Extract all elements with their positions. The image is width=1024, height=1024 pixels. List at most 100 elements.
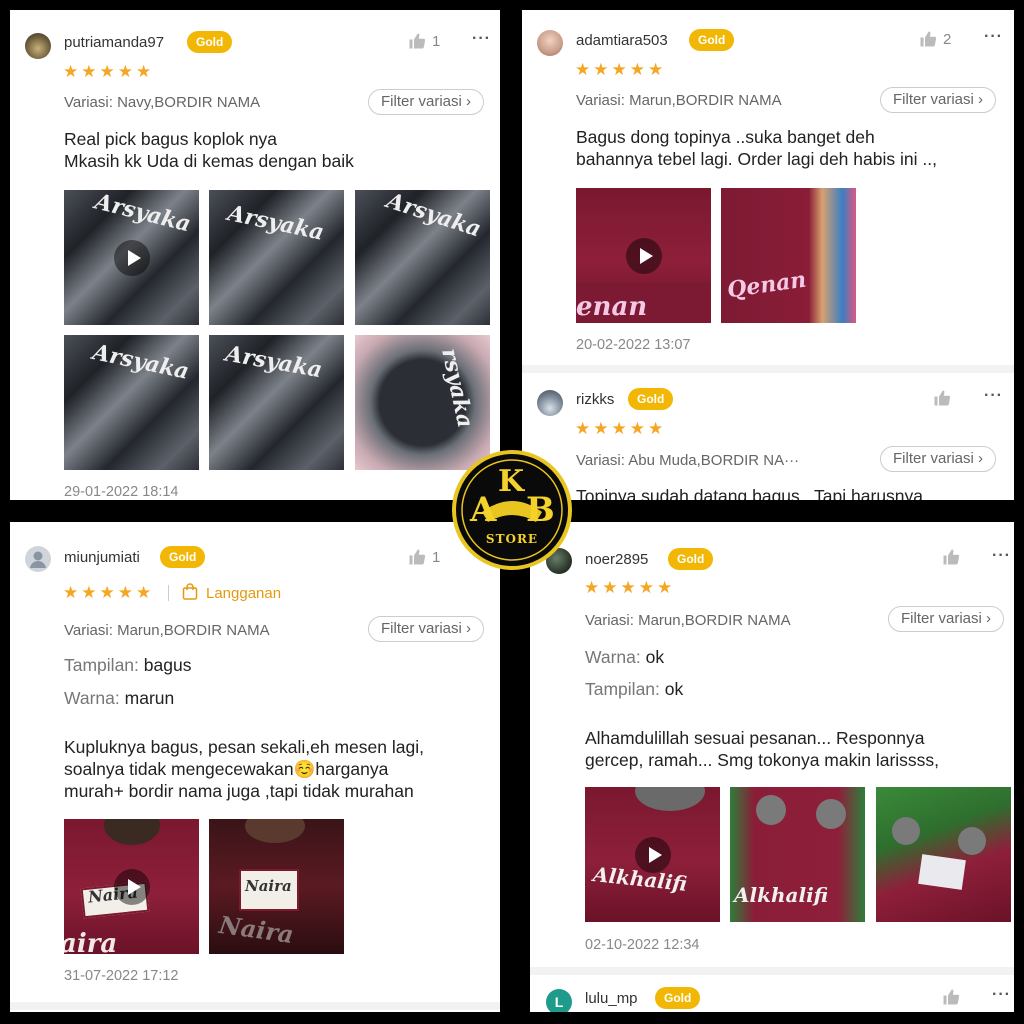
- star-icon: ★: [602, 578, 618, 597]
- review-photo[interactable]: Arsyaka: [64, 335, 199, 470]
- star-icon: ★: [584, 578, 600, 597]
- warna-row: Warna: marun: [64, 688, 174, 709]
- play-icon[interactable]: [625, 237, 662, 274]
- play-icon[interactable]: [113, 868, 150, 905]
- review-text: Topinya sudah datang bagus.. Tapi harusn…: [576, 486, 924, 500]
- review-date: 29-01-2022 18:14: [64, 484, 179, 500]
- like-button[interactable]: 1: [408, 32, 440, 50]
- star-icon: ★: [575, 60, 591, 79]
- user-avatar[interactable]: [25, 546, 51, 572]
- user-avatar[interactable]: [25, 33, 51, 59]
- tampilan-value: bagus: [143, 655, 192, 675]
- star-icon: ★: [629, 419, 645, 438]
- star-icon: ★: [63, 62, 79, 81]
- filter-label: Filter variasi: [381, 93, 462, 110]
- chevron-right-icon: ›: [986, 610, 992, 627]
- star-icon: ★: [81, 62, 97, 81]
- review-date: 31-07-2022 17:12: [64, 968, 179, 984]
- warna-key: Warna:: [585, 647, 641, 667]
- review-date: 02-10-2022 12:34: [585, 937, 700, 953]
- tampilan-key: Tampilan:: [64, 655, 139, 675]
- username[interactable]: putriamanda97: [64, 34, 164, 51]
- review-photo[interactable]: Alkhalifi: [730, 787, 865, 922]
- username[interactable]: noer2895: [585, 551, 648, 568]
- chevron-right-icon: ›: [978, 450, 984, 467]
- filter-variasi-button[interactable]: Filter variasi ›: [888, 606, 1005, 632]
- embroidery-text: Arsyaka: [383, 190, 485, 243]
- review-photo[interactable]: Naira Naira: [209, 819, 344, 954]
- username[interactable]: rizkks: [576, 391, 614, 408]
- filter-variasi-button[interactable]: Filter variasi ›: [368, 616, 485, 642]
- review-text: Kupluknya bagus, pesan sekali,eh mesen l…: [64, 737, 424, 801]
- warna-value: marun: [124, 688, 175, 708]
- review-panel-top-right: adamtiara503 Gold 2 ··· ★ ★ ★ ★ ★ Variasi: M…: [522, 10, 1014, 500]
- review-panel-bottom-left: miunjumiati Gold 1 ··· ★★★★★ Langganan V…: [10, 522, 500, 1012]
- star-icon: ★: [117, 583, 133, 602]
- review-divider: [10, 1002, 500, 1010]
- review-photo[interactable]: Qenan: [721, 188, 856, 323]
- like-button[interactable]: [942, 548, 960, 566]
- variant-label: Variasi: Marun,BORDIR NAMA: [585, 612, 791, 629]
- star-icon: ★: [629, 60, 645, 79]
- rating-stars: ★ ★ ★ ★ ★: [63, 63, 151, 80]
- tampilan-key: Tampilan:: [585, 679, 660, 699]
- embroidery-text: rsyaka: [436, 345, 479, 431]
- akb-store-logo: K A B STORE: [452, 450, 572, 570]
- embroidery-text: Arsyaka: [90, 339, 192, 385]
- filter-variasi-button[interactable]: Filter variasi ›: [880, 87, 997, 113]
- star-icon: ★: [593, 419, 609, 438]
- review-video-thumbnail[interactable]: Arsyaka: [64, 190, 199, 325]
- like-button[interactable]: [933, 389, 951, 407]
- gold-badge: Gold: [160, 546, 206, 568]
- review-video-thumbnail[interactable]: Naira aira: [64, 819, 199, 954]
- review-date: 20-02-2022 13:07: [576, 337, 691, 353]
- more-dots-icon[interactable]: ···: [992, 547, 1011, 565]
- review-divider: [522, 365, 1014, 373]
- filter-variasi-button[interactable]: Filter variasi ›: [368, 89, 485, 115]
- separator: [168, 585, 169, 601]
- embroidery-text: Naira: [217, 909, 296, 950]
- filter-variasi-button[interactable]: Filter variasi ›: [880, 446, 997, 472]
- review-photo[interactable]: Arsyaka: [209, 190, 344, 325]
- more-dots-icon[interactable]: ···: [984, 387, 1003, 405]
- play-icon[interactable]: [113, 239, 150, 276]
- embroidery-text: aira: [64, 929, 118, 954]
- username[interactable]: miunjumiati: [64, 549, 140, 566]
- like-button[interactable]: [942, 988, 960, 1006]
- review-photo[interactable]: Arsyaka: [355, 190, 490, 325]
- thumbs-up-icon: [934, 390, 951, 406]
- logo-letter-b: B: [526, 490, 555, 530]
- thumbs-up-icon: [920, 31, 937, 47]
- avatar-letter: L: [554, 994, 564, 1010]
- like-button[interactable]: 2: [919, 30, 951, 48]
- more-dots-icon[interactable]: ···: [992, 986, 1011, 1004]
- filter-label: Filter variasi: [893, 91, 974, 108]
- review-panel-top-left: putriamanda97 Gold 1 ··· ★ ★ ★ ★ ★ Variasi: …: [10, 10, 500, 500]
- username[interactable]: lulu_mp: [585, 990, 638, 1007]
- more-dots-icon[interactable]: ···: [472, 30, 491, 48]
- embroidery-text: Arsyaka: [223, 340, 325, 384]
- review-text: Bagus dong topinya ..suka banget deh bah…: [576, 127, 937, 169]
- play-icon[interactable]: [634, 836, 671, 873]
- variant-label: Variasi: Marun,BORDIR NAMA: [64, 622, 270, 639]
- variant-label: Variasi: Marun,BORDIR NAMA: [576, 92, 782, 109]
- review-photo[interactable]: Arsyaka: [209, 335, 344, 470]
- user-avatar[interactable]: [537, 30, 563, 56]
- tampilan-row: Tampilan: ok: [585, 679, 683, 700]
- review-video-thumbnail[interactable]: enan: [576, 188, 711, 323]
- chevron-right-icon: ›: [466, 620, 472, 637]
- star-icon: ★: [99, 62, 115, 81]
- like-button[interactable]: 1: [408, 548, 440, 566]
- user-avatar[interactable]: [537, 390, 563, 416]
- star-icon: ★: [99, 583, 115, 602]
- chevron-right-icon: ›: [978, 91, 984, 108]
- logo-letter-a: A: [470, 490, 497, 530]
- more-dots-icon[interactable]: ···: [984, 28, 1003, 46]
- filter-label: Filter variasi: [381, 620, 462, 637]
- star-icon: ★: [63, 583, 79, 602]
- review-text: Real pick bagus koplok nya Mkasih kk Uda…: [64, 129, 354, 171]
- username[interactable]: adamtiara503: [576, 32, 668, 49]
- review-photo[interactable]: [876, 787, 1011, 922]
- review-video-thumbnail[interactable]: Alkhalifi: [585, 787, 720, 922]
- user-avatar[interactable]: L: [546, 989, 572, 1012]
